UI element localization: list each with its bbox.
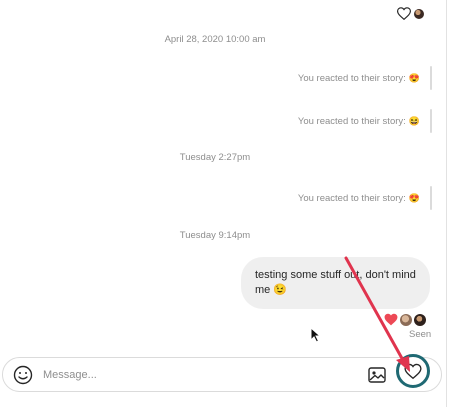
- avatar: [400, 313, 412, 326]
- reaction-text: You reacted to their story:: [297, 192, 406, 204]
- timestamp: Tuesday 9:14pm: [179, 230, 251, 241]
- reaction-text: You reacted to their story:: [297, 115, 406, 127]
- heart-outline-icon[interactable]: [397, 7, 411, 20]
- heart-outline-icon: [404, 363, 422, 379]
- like-button[interactable]: [396, 354, 430, 388]
- story-reply-bar[interactable]: [430, 109, 432, 133]
- story-reaction-item: You reacted to their story: 😍: [298, 66, 432, 90]
- message-input[interactable]: [43, 367, 293, 383]
- story-reaction-header: [397, 7, 425, 20]
- timestamp: April 28, 2020 10:00 am: [164, 34, 266, 45]
- avatar: [414, 313, 426, 326]
- message-composer: [2, 357, 442, 392]
- panel-border: [446, 0, 447, 407]
- smiley-icon[interactable]: [13, 365, 33, 385]
- seen-label: Seen: [409, 329, 432, 340]
- reaction-text: You reacted to their story:: [297, 72, 406, 84]
- story-reaction-item: You reacted to their story: 😍: [298, 186, 432, 210]
- message-reactions: [384, 313, 426, 326]
- story-reply-bar[interactable]: [430, 66, 432, 90]
- timestamp: Tuesday 2:27pm: [179, 152, 251, 163]
- heart-filled-icon[interactable]: [384, 313, 398, 326]
- reaction-emoji: 😆: [408, 115, 420, 126]
- story-reaction-item: You reacted to their story: 😆: [298, 109, 432, 133]
- story-reply-bar[interactable]: [430, 186, 432, 210]
- reaction-emoji: 😍: [408, 72, 420, 83]
- mouse-cursor-icon: [310, 327, 322, 343]
- reaction-emoji: 😍: [408, 192, 420, 203]
- avatar[interactable]: [413, 7, 425, 20]
- image-icon[interactable]: [367, 365, 387, 385]
- sent-message-bubble[interactable]: testing some stuff out, don't mind me 😉: [241, 257, 430, 309]
